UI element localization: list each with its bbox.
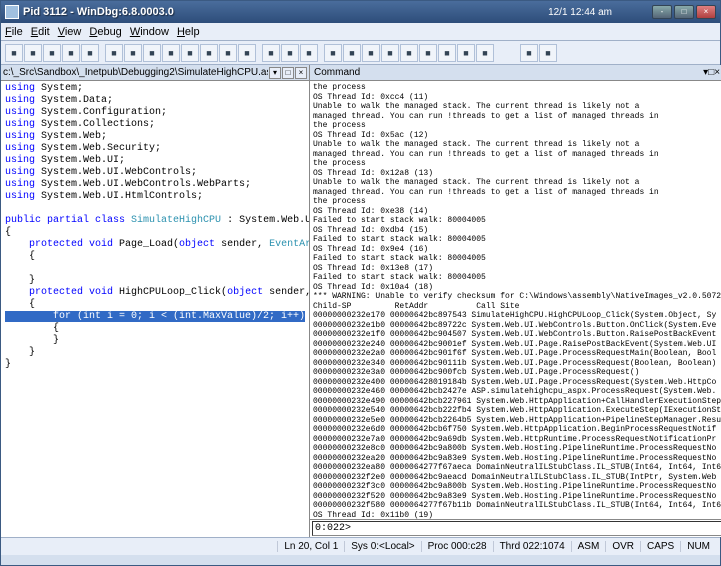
- toolbar-help-icon[interactable]: ■: [539, 44, 557, 62]
- source-code[interactable]: using System; using System.Data; using S…: [1, 81, 309, 537]
- toolbar-copy-icon[interactable]: ■: [62, 44, 80, 62]
- toolbar-step-out-icon[interactable]: ■: [162, 44, 180, 62]
- toolbar-run-icon[interactable]: ■: [181, 44, 199, 62]
- source-pane: c:\_Src\Sandbox\_Inetpub\Debugging2\Simu…: [1, 65, 310, 537]
- menubar: File Edit View Debug Window Help: [1, 23, 720, 41]
- toolbar-open-icon[interactable]: ■: [5, 44, 23, 62]
- command-pane-header: Command ▾ □ ×: [310, 65, 721, 81]
- toolbar-cmd-icon[interactable]: ■: [438, 44, 456, 62]
- source-pane-header: c:\_Src\Sandbox\_Inetpub\Debugging2\Simu…: [1, 65, 309, 81]
- toolbar-go-icon[interactable]: ■: [105, 44, 123, 62]
- toolbar-asm-icon[interactable]: ■: [281, 44, 299, 62]
- app-icon: [5, 5, 19, 19]
- status-thrd: Thrd 022:1074: [493, 541, 571, 552]
- status-proc: Proc 000:c28: [421, 541, 493, 552]
- command-title: Command: [314, 67, 703, 78]
- toolbar: ■■■■■■■■■■■■■■■■■■■■■■■■■■■: [1, 41, 720, 65]
- toolbar-local-icon[interactable]: ■: [381, 44, 399, 62]
- toolbar-reg-icon[interactable]: ■: [400, 44, 418, 62]
- pane-close-icon[interactable]: ×: [295, 67, 307, 79]
- window-title: Pid 3112 - WinDbg:6.8.0003.0: [23, 6, 548, 18]
- toolbar-font-icon[interactable]: ■: [300, 44, 318, 62]
- toolbar-step-into-icon[interactable]: ■: [124, 44, 142, 62]
- minimize-button[interactable]: -: [652, 5, 672, 19]
- toolbar-thread-icon[interactable]: ■: [476, 44, 494, 62]
- toolbar-step-over-icon[interactable]: ■: [143, 44, 161, 62]
- command-input-row: [310, 519, 721, 537]
- status-ovr: OVR: [605, 541, 640, 552]
- toolbar-disasm-icon[interactable]: ■: [419, 44, 437, 62]
- command-pane: Command ▾ □ × the process OS Thread Id: …: [310, 65, 721, 537]
- toolbar-break-icon[interactable]: ■: [200, 44, 218, 62]
- menu-file[interactable]: File: [5, 26, 23, 38]
- status-sys: Sys 0:<Local>: [344, 541, 420, 552]
- close-button[interactable]: ×: [696, 5, 716, 19]
- toolbar-call-icon[interactable]: ■: [343, 44, 361, 62]
- toolbar-paste-icon[interactable]: ■: [81, 44, 99, 62]
- titlebar: Pid 3112 - WinDbg:6.8.0003.0 12/1 12:44 …: [1, 1, 720, 23]
- menu-view[interactable]: View: [58, 26, 82, 38]
- toolbar-opt-icon[interactable]: ■: [520, 44, 538, 62]
- command-output[interactable]: the process OS Thread Id: 0xcc4 (11) Una…: [310, 81, 721, 519]
- clock: 12/1 12:44 am: [548, 7, 612, 18]
- menu-window[interactable]: Window: [130, 26, 169, 38]
- toolbar-watch-icon[interactable]: ■: [362, 44, 380, 62]
- pane-restore-icon[interactable]: □: [282, 67, 294, 79]
- menu-help[interactable]: Help: [177, 26, 200, 38]
- toolbar-restart-icon[interactable]: ■: [238, 44, 256, 62]
- menu-debug[interactable]: Debug: [89, 26, 121, 38]
- menu-edit[interactable]: Edit: [31, 26, 50, 38]
- status-num: NUM: [680, 541, 716, 552]
- toolbar-save-icon[interactable]: ■: [24, 44, 42, 62]
- status-caps: CAPS: [640, 541, 680, 552]
- toolbar-src-icon[interactable]: ■: [262, 44, 280, 62]
- source-file-path: c:\_Src\Sandbox\_Inetpub\Debugging2\Simu…: [3, 67, 268, 78]
- status-ln: Ln 20, Col 1: [277, 541, 344, 552]
- maximize-button[interactable]: □: [674, 5, 694, 19]
- pane-close-icon[interactable]: ×: [714, 67, 720, 78]
- toolbar-cut-icon[interactable]: ■: [43, 44, 61, 62]
- command-input[interactable]: [312, 521, 721, 536]
- toolbar-stop-icon[interactable]: ■: [219, 44, 237, 62]
- toolbar-mem-icon[interactable]: ■: [324, 44, 342, 62]
- toolbar-proc-icon[interactable]: ■: [457, 44, 475, 62]
- status-asm: ASM: [571, 541, 606, 552]
- pane-menu-icon[interactable]: ▾: [269, 67, 281, 79]
- statusbar: Ln 20, Col 1 Sys 0:<Local> Proc 000:c28 …: [1, 537, 720, 555]
